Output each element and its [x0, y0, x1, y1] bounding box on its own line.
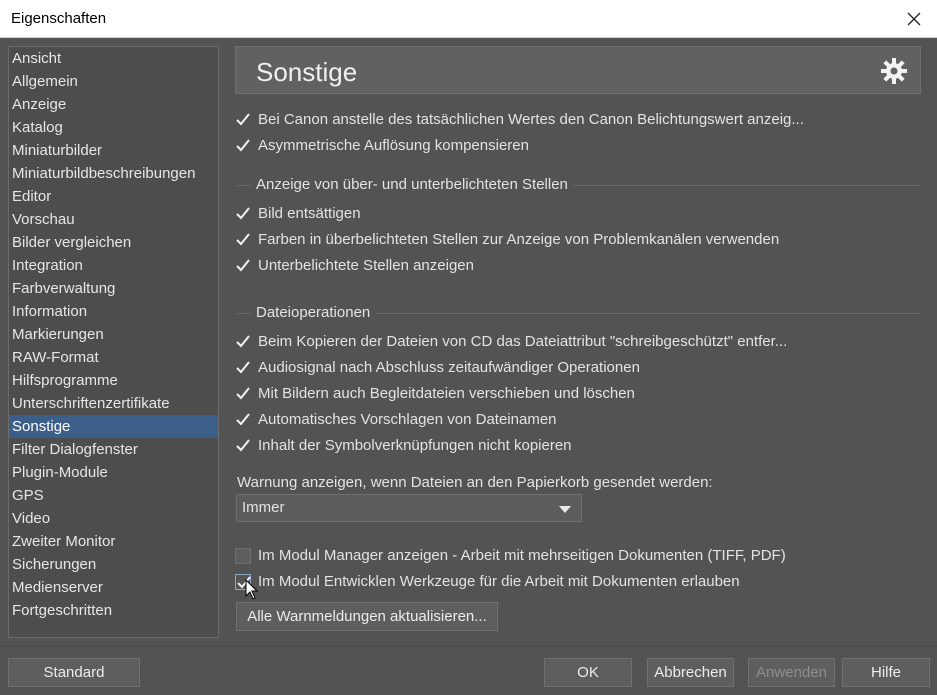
checkbox-desat[interactable] [235, 206, 251, 222]
checkmark-icon [236, 207, 250, 220]
sidebar-item-vorschau[interactable]: Vorschau [9, 208, 218, 231]
sidebar-item-anzeige[interactable]: Anzeige [9, 93, 218, 116]
group-exposure: Anzeige von über- und unterbelichteten S… [237, 174, 919, 196]
sidebar-item-unterschriftenzertifikate[interactable]: Unterschriftenzertifikate [9, 392, 218, 415]
sidebar-item-miniaturbildbeschreibungen[interactable]: Miniaturbildbeschreibungen [9, 162, 218, 185]
sidebar-item-video[interactable]: Video [9, 507, 218, 530]
mouse-cursor-icon [245, 579, 259, 600]
checkbox-audio[interactable] [235, 360, 251, 376]
gear-icon[interactable] [880, 57, 908, 85]
checkmark-icon [236, 361, 250, 374]
sidebar-item-filter-dialogfenster[interactable]: Filter Dialogfenster [9, 438, 218, 461]
group-fileops: Dateioperationen [237, 302, 919, 324]
checkbox-label: Inhalt der Symbolverknüpfungen nicht kop… [258, 437, 572, 454]
checkbox-label: Im Modul Manager anzeigen - Arbeit mit m… [258, 547, 786, 564]
close-icon [907, 12, 921, 26]
checkbox-colors[interactable] [235, 232, 251, 248]
sidebar-item-bilder-vergleichen[interactable]: Bilder vergleichen [9, 231, 218, 254]
sidebar-item-miniaturbilder[interactable]: Miniaturbilder [9, 139, 218, 162]
checkmark-icon [236, 413, 250, 426]
help-button[interactable]: Hilfe [842, 658, 930, 687]
checkmark-icon [236, 335, 250, 348]
sidebar-item-ansicht[interactable]: Ansicht [9, 47, 218, 70]
checkbox-autoname[interactable] [235, 412, 251, 428]
checkbox-label: Unterbelichtete Stellen anzeigen [258, 257, 474, 274]
checkbox-canon[interactable] [235, 112, 251, 128]
checkbox-label: Audiosignal nach Abschluss zeitaufwändig… [258, 359, 640, 376]
cancel-button[interactable]: Abbrechen [647, 658, 734, 687]
checkmark-icon [236, 387, 250, 400]
sidebar-item-farbverwaltung[interactable]: Farbverwaltung [9, 277, 218, 300]
checkbox-label: Beim Kopieren der Dateien von CD das Dat… [258, 333, 788, 350]
checkbox-label: Automatisches Vorschlagen von Dateinamen [258, 411, 557, 428]
sidebar-item-information[interactable]: Information [9, 300, 218, 323]
checkbox-manager[interactable] [235, 548, 251, 564]
checkbox-label: Farben in überbelichteten Stellen zur An… [258, 231, 780, 248]
sidebar-item-sonstige[interactable]: Sonstige [9, 415, 218, 438]
chevron-down-icon [559, 506, 571, 513]
close-button[interactable] [891, 0, 937, 38]
sidebar-item-integration[interactable]: Integration [9, 254, 218, 277]
refresh-warnings-button[interactable]: Alle Warnmeldungen aktualisieren... [236, 602, 498, 631]
page-title: Sonstige [256, 57, 358, 87]
sidebar-item-allgemein[interactable]: Allgemein [9, 70, 218, 93]
sidebar-item-raw-format[interactable]: RAW-Format [9, 346, 218, 369]
dropdown-value: Immer [242, 499, 285, 516]
checkbox-under[interactable] [235, 258, 251, 274]
checkbox-label: Bild entsättigen [258, 205, 361, 222]
sidebar-item-gps[interactable]: GPS [9, 484, 218, 507]
sidebar-item-medienserver[interactable]: Medienserver [9, 576, 218, 599]
checkmark-icon [236, 113, 250, 126]
sidebar-item-markierungen[interactable]: Markierungen [9, 323, 218, 346]
panel-header: Sonstige [235, 46, 921, 94]
checkmark-icon [236, 439, 250, 452]
divider [0, 646, 937, 647]
sidebar-item-hilfsprogramme[interactable]: Hilfsprogramme [9, 369, 218, 392]
checkbox-label: Mit Bildern auch Begleitdateien verschie… [258, 385, 635, 402]
group-label: Anzeige von über- und unterbelichteten S… [250, 174, 574, 196]
checkbox-label: Im Modul Entwicklen Werkzeuge für die Ar… [258, 573, 740, 590]
checkbox-label: Asymmetrische Auflösung kompensieren [258, 137, 529, 154]
checkbox-asym[interactable] [235, 138, 251, 154]
sidebar-item-fortgeschritten[interactable]: Fortgeschritten [9, 599, 218, 622]
sidebar-item-sicherungen[interactable]: Sicherungen [9, 553, 218, 576]
checkmark-icon [236, 139, 250, 152]
sidebar-item-plugin-module[interactable]: Plugin-Module [9, 461, 218, 484]
checkbox-label: Bei Canon anstelle des tatsächlichen Wer… [258, 111, 804, 128]
checkbox-sidecar[interactable] [235, 386, 251, 402]
checkbox-symlink[interactable] [235, 438, 251, 454]
sidebar-item-editor[interactable]: Editor [9, 185, 218, 208]
sidebar-item-katalog[interactable]: Katalog [9, 116, 218, 139]
window-title: Eigenschaften [11, 10, 107, 27]
standard-button[interactable]: Standard [8, 658, 140, 687]
sidebar-item-zweiter-monitor[interactable]: Zweiter Monitor [9, 530, 218, 553]
category-list[interactable]: Ansicht Allgemein Anzeige Katalog Miniaturbi… [8, 46, 219, 638]
checkmark-icon [236, 233, 250, 246]
checkbox-copycd[interactable] [235, 334, 251, 350]
ok-button[interactable]: OK [544, 658, 632, 687]
recycle-warning-label: Warnung anzeigen, wenn Dateien an den Pa… [237, 474, 713, 491]
group-label: Dateioperationen [250, 302, 377, 324]
recycle-warning-dropdown[interactable]: Immer [236, 494, 582, 522]
title-bar: Eigenschaften [0, 0, 937, 38]
apply-button[interactable]: Anwenden [748, 658, 835, 687]
checkmark-icon [236, 259, 250, 272]
